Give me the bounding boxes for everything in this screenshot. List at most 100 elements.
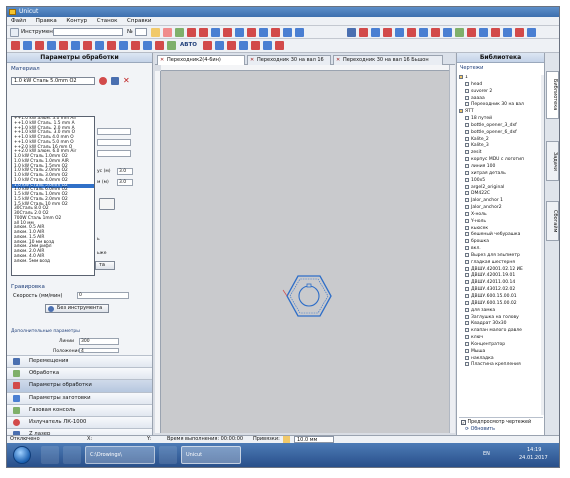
laser-icon[interactable] [383, 28, 392, 37]
ie-taskbar-icon[interactable] [41, 446, 59, 464]
tree-item[interactable]: 1 [459, 75, 541, 82]
select-icon[interactable] [11, 41, 20, 50]
zoom-icon[interactable] [479, 28, 488, 37]
arrow-icon[interactable] [283, 28, 292, 37]
language-indicator[interactable]: EN [483, 451, 490, 457]
tab-doc-1[interactable]: ✕ Переходник2(4-6ин) [157, 55, 245, 65]
check-icon[interactable] [455, 28, 464, 37]
hexagon-part[interactable] [286, 275, 332, 317]
tree-item[interactable]: гладкая шестерня [459, 259, 541, 267]
tree-item[interactable]: Квадрат 30x30 [459, 321, 541, 328]
tree-item[interactable]: корпус MDU с логотип [459, 157, 541, 164]
clock-date[interactable]: 24.01.2017 [519, 455, 548, 461]
material-option[interactable]: алюм. 5мм возд [12, 259, 94, 265]
param-field-1[interactable] [97, 128, 131, 135]
tab-doc-3[interactable]: ✕ Переходник 30 на вал 16 Бьшон [333, 55, 443, 65]
tree-item[interactable]: для замка [459, 307, 541, 315]
sim-icon[interactable] [251, 41, 260, 50]
line-icon[interactable] [47, 41, 56, 50]
rect-icon[interactable] [71, 41, 80, 50]
tree-item[interactable]: head [459, 81, 541, 89]
tree-item[interactable]: X-ноль [459, 211, 541, 219]
center-hole[interactable] [298, 285, 320, 307]
home-icon[interactable] [491, 28, 500, 37]
clock-time[interactable]: 14:19 [527, 447, 541, 453]
split-icon[interactable] [143, 41, 152, 50]
back-icon[interactable] [295, 28, 304, 37]
menu-edit[interactable]: Правка [32, 17, 61, 26]
material-select[interactable]: 1.0 kW Сталь 5.0mm O2 [11, 77, 95, 85]
tree-item[interactable]: ключ [459, 335, 541, 342]
drawing-canvas[interactable] [161, 71, 449, 433]
paste-icon[interactable] [407, 28, 416, 37]
tree-item[interactable]: bottle_opener_6_dxf [459, 129, 541, 137]
layers-icon[interactable] [95, 41, 104, 50]
path-icon[interactable] [211, 28, 220, 37]
start-button[interactable] [13, 446, 31, 464]
edit-icon[interactable] [111, 77, 119, 85]
speed-field[interactable]: 0 [77, 292, 129, 299]
marker-icon[interactable] [163, 28, 172, 37]
tree-item[interactable]: клапан малого давле [459, 328, 541, 335]
tool-icon[interactable] [10, 28, 19, 37]
side-tab-tasks[interactable]: Задачи [546, 141, 559, 181]
partial-button[interactable]: та [95, 261, 115, 270]
tree-item[interactable]: Пластина крепления [459, 362, 541, 369]
cut-icon[interactable] [187, 28, 196, 37]
copy-icon[interactable] [395, 28, 404, 37]
tree-item[interactable]: suvorer 2 [459, 88, 541, 96]
nav-item-processing-params[interactable]: Параметры обработки [7, 379, 152, 392]
tree-item[interactable]: вкл. [459, 246, 541, 253]
play-icon[interactable] [275, 41, 284, 50]
nest-icon[interactable] [227, 41, 236, 50]
redo-icon[interactable] [371, 28, 380, 37]
join-icon[interactable] [131, 41, 140, 50]
pin-icon[interactable] [431, 28, 440, 37]
export-icon[interactable] [515, 28, 524, 37]
position-field[interactable]: 4 [79, 348, 119, 354]
undo-icon[interactable] [359, 28, 368, 37]
lead-preview-icon[interactable] [99, 198, 115, 210]
no-tool-button[interactable]: Без инструмента [45, 304, 109, 313]
app-taskbar-icon[interactable] [159, 446, 177, 464]
tool-select[interactable] [53, 28, 123, 36]
param-field-3[interactable] [97, 150, 131, 157]
tree-item[interactable]: хитрая деталь [459, 170, 541, 178]
pause-icon[interactable] [263, 41, 272, 50]
node-icon[interactable] [23, 41, 32, 50]
canvas-scrollbar[interactable] [449, 65, 455, 433]
lead-in-icon[interactable] [155, 41, 164, 50]
explorer-taskbar-icon[interactable] [63, 446, 81, 464]
sort-icon[interactable] [215, 41, 224, 50]
nav-item-gas-console[interactable]: Газовая консоль [7, 403, 152, 416]
tree-item[interactable]: bottle_opener_3_dxf [459, 122, 541, 130]
measure-icon[interactable] [443, 28, 452, 37]
cross-icon[interactable] [199, 28, 208, 37]
tree-item[interactable]: линия 100 [459, 163, 541, 171]
tab-close-icon[interactable]: ✕ [336, 58, 341, 63]
folder-icon[interactable] [151, 28, 160, 37]
save-icon[interactable] [347, 28, 356, 37]
scale-icon[interactable] [271, 28, 280, 37]
tree-item[interactable]: Jalor_anchor 1 [459, 198, 541, 205]
delete-material-icon[interactable]: ✕ [123, 77, 131, 85]
explorer-task-button[interactable]: C:\Drowings\ [85, 446, 155, 464]
nav-item-emitter[interactable]: Излучатель ЛК-1000 [7, 415, 152, 429]
field-value-2[interactable]: 3.0 [117, 179, 133, 186]
tab-doc-2[interactable]: ✕ Переходник 30 на вал 16 [247, 55, 331, 65]
tree-item[interactable]: Мыша [459, 348, 541, 356]
tree-item[interactable]: Jalor_anchor2 [459, 205, 541, 212]
frame-icon[interactable] [239, 41, 248, 50]
auto-label[interactable]: АВТО [180, 42, 197, 48]
menu-help[interactable]: Справки [123, 17, 155, 26]
order-icon[interactable] [203, 41, 212, 50]
menu-file[interactable]: Файл [7, 17, 30, 26]
snap-select[interactable]: 10.0 мм [294, 436, 334, 443]
circle-icon[interactable] [83, 41, 92, 50]
trim-icon[interactable] [107, 41, 116, 50]
tree-item[interactable]: ДВШУ.600.15.00.02 [459, 300, 541, 308]
tab-close-icon[interactable]: ✕ [160, 58, 165, 63]
param-field-2[interactable] [97, 139, 131, 146]
tree-item[interactable]: ДВШУ.600.15.00.01 [459, 294, 541, 301]
side-tab-other[interactable]: Сбогайм [546, 201, 559, 241]
